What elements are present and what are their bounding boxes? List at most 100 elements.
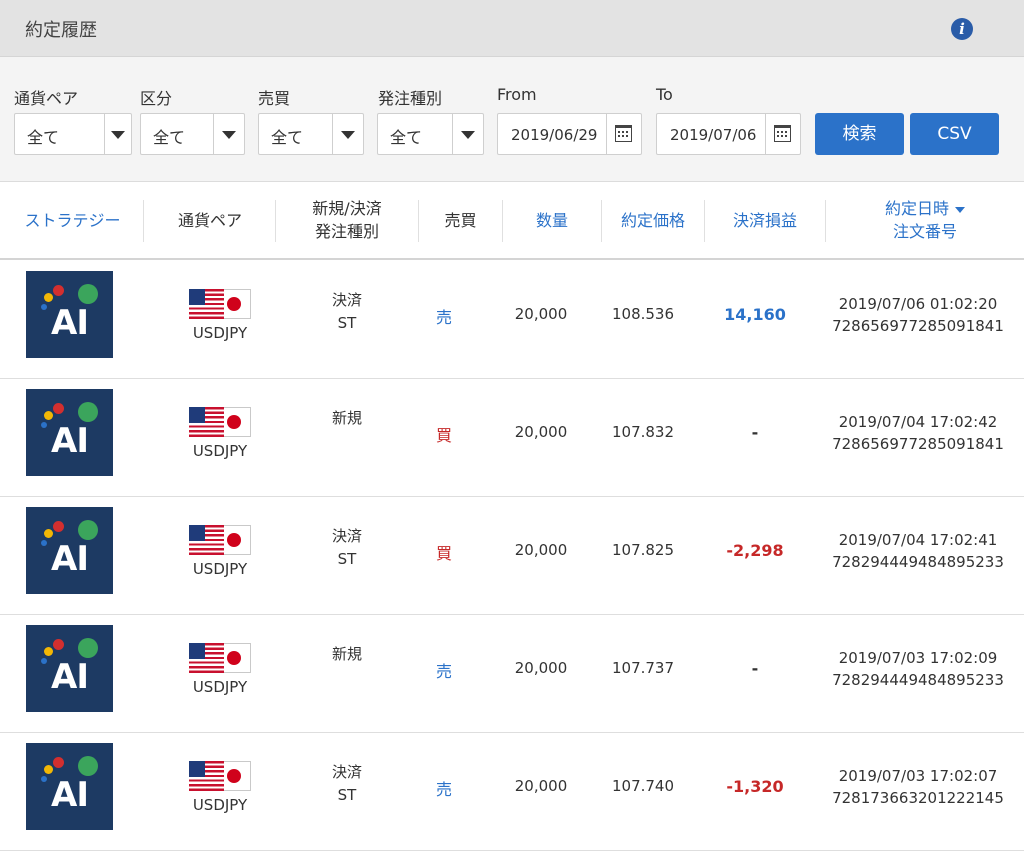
order-number: 728656977285091841 (832, 317, 1004, 335)
trade-side: 買 (435, 426, 452, 445)
realized-pl: - (751, 423, 759, 442)
currency-flag-icon (189, 761, 251, 791)
logo-text: AI (51, 303, 89, 343)
ai-strategy-logo[interactable]: AI (26, 507, 113, 594)
execution-datetime: 2019/07/06 01:02:20 728656977285091841 (826, 293, 1010, 337)
calendar-icon[interactable] (615, 125, 632, 142)
trade-side: 買 (435, 544, 452, 563)
category-select-value: 全て (153, 128, 186, 147)
execution-datetime: 2019/07/04 17:02:41 728294449484895233 (826, 529, 1010, 573)
ai-strategy-logo[interactable]: AI (26, 743, 113, 830)
column-header-kind: 新規/決済 発注種別 (312, 199, 382, 241)
realized-pl: -2,298 (726, 541, 784, 560)
realized-pl: -1,320 (726, 777, 784, 796)
order-kind: 決済 ST (331, 527, 362, 568)
execution-price: 107.825 (611, 541, 675, 559)
order-number: 728294449484895233 (832, 553, 1004, 571)
realized-pl: - (751, 659, 759, 678)
pair-filter-label: 通貨ペア (14, 89, 79, 108)
page-title: 約定履歴 (25, 20, 97, 41)
trade-side: 売 (435, 662, 452, 681)
currency-pair: USDJPY (192, 796, 248, 814)
ai-strategy-logo[interactable]: AI (26, 625, 113, 712)
us-flag-icon (189, 761, 224, 791)
execution-price: 107.737 (611, 659, 675, 677)
order-type-select[interactable]: 全て (377, 113, 484, 155)
currency-flag-icon (189, 407, 251, 437)
execution-datetime: 2019/07/03 17:02:07 728173663201222145 (826, 765, 1010, 809)
trade-side: 売 (435, 780, 452, 799)
us-flag-icon (189, 407, 224, 437)
ai-strategy-logo[interactable]: AI (26, 389, 113, 476)
currency-pair: USDJPY (192, 678, 248, 696)
search-button[interactable]: 検索 (815, 113, 904, 155)
chevron-down-icon (111, 131, 125, 139)
table-row[interactable]: AI USDJPY 決済 ST 売 20,000 107.740 -1,320 … (0, 733, 1024, 851)
pair-select[interactable]: 全て (14, 113, 132, 155)
quantity: 20,000 (514, 423, 568, 441)
side-select[interactable]: 全て (258, 113, 364, 155)
panel-header: 約定履歴 i (0, 0, 1024, 57)
column-header-pl[interactable]: 決済損益 (705, 182, 825, 258)
column-header-pair: 通貨ペア (177, 210, 242, 230)
to-date-value: 2019/07/06 (670, 126, 757, 144)
execution-price: 107.832 (611, 423, 675, 441)
execution-price: 108.536 (611, 305, 675, 323)
logo-text: AI (51, 421, 89, 461)
column-header-price[interactable]: 約定価格 (602, 182, 704, 258)
quantity: 20,000 (514, 541, 568, 559)
chevron-down-icon (222, 131, 236, 139)
pair-select-value: 全て (27, 128, 60, 147)
quantity: 20,000 (514, 305, 568, 323)
to-date-input[interactable]: 2019/07/06 (656, 113, 801, 155)
table-row[interactable]: AI USDJPY 決済 ST 売 20,000 108.536 14,160 … (0, 261, 1024, 379)
side-select-value: 全て (271, 128, 304, 147)
us-flag-icon (189, 525, 224, 555)
currency-flag-icon (189, 525, 251, 555)
currency-pair: USDJPY (192, 560, 248, 578)
logo-text: AI (51, 657, 89, 697)
category-filter-label: 区分 (140, 89, 173, 108)
from-date-input[interactable]: 2019/06/29 (497, 113, 642, 155)
column-header-qty[interactable]: 数量 (503, 182, 601, 258)
currency-flag-icon (189, 643, 251, 673)
from-date-value: 2019/06/29 (511, 126, 598, 144)
execution-datetime: 2019/07/03 17:02:09 728294449484895233 (826, 647, 1010, 691)
calendar-icon[interactable] (774, 125, 791, 142)
table-row[interactable]: AI USDJPY 決済 ST 買 20,000 107.825 -2,298 … (0, 497, 1024, 615)
column-header-datetime[interactable]: 約定日時 注文番号 (826, 182, 1024, 258)
order-number: 728173663201222145 (832, 789, 1004, 807)
trade-side: 売 (435, 308, 452, 327)
filter-bar: 通貨ペア 全て 区分 全て 売買 全て 発注種別 全て From 2019/06… (0, 57, 1024, 182)
currency-pair: USDJPY (192, 324, 248, 342)
currency-pair: USDJPY (192, 442, 248, 460)
chevron-down-icon (341, 131, 355, 139)
info-icon[interactable]: i (951, 18, 973, 40)
table-row[interactable]: AI USDJPY 新規 買 20,000 107.832 - 2019/07/… (0, 379, 1024, 497)
column-header-strategy[interactable]: ストラテジー (0, 182, 145, 258)
category-select[interactable]: 全て (140, 113, 245, 155)
table-row[interactable]: AI USDJPY 新規 売 20,000 107.737 - 2019/07/… (0, 615, 1024, 733)
currency-flag-icon (189, 289, 251, 319)
quantity: 20,000 (514, 659, 568, 677)
realized-pl: 14,160 (724, 305, 786, 324)
quantity: 20,000 (514, 777, 568, 795)
ai-strategy-logo[interactable]: AI (26, 271, 113, 358)
order-type-filter-label: 発注種別 (378, 89, 443, 108)
csv-button[interactable]: CSV (910, 113, 999, 155)
order-number: 728656977285091841 (832, 435, 1004, 453)
logo-text: AI (51, 775, 89, 815)
order-kind: 決済 ST (331, 763, 362, 804)
us-flag-icon (189, 643, 224, 673)
us-flag-icon (189, 289, 224, 319)
order-kind: 決済 ST (331, 291, 362, 332)
order-kind: 新規 (331, 409, 362, 427)
order-type-select-value: 全て (390, 128, 423, 147)
column-header-side: 売買 (444, 210, 477, 230)
sort-desc-icon (955, 206, 965, 213)
to-date-label: To (656, 85, 673, 104)
side-filter-label: 売買 (258, 89, 291, 108)
chevron-down-icon (461, 131, 475, 139)
order-number: 728294449484895233 (832, 671, 1004, 689)
execution-price: 107.740 (611, 777, 675, 795)
